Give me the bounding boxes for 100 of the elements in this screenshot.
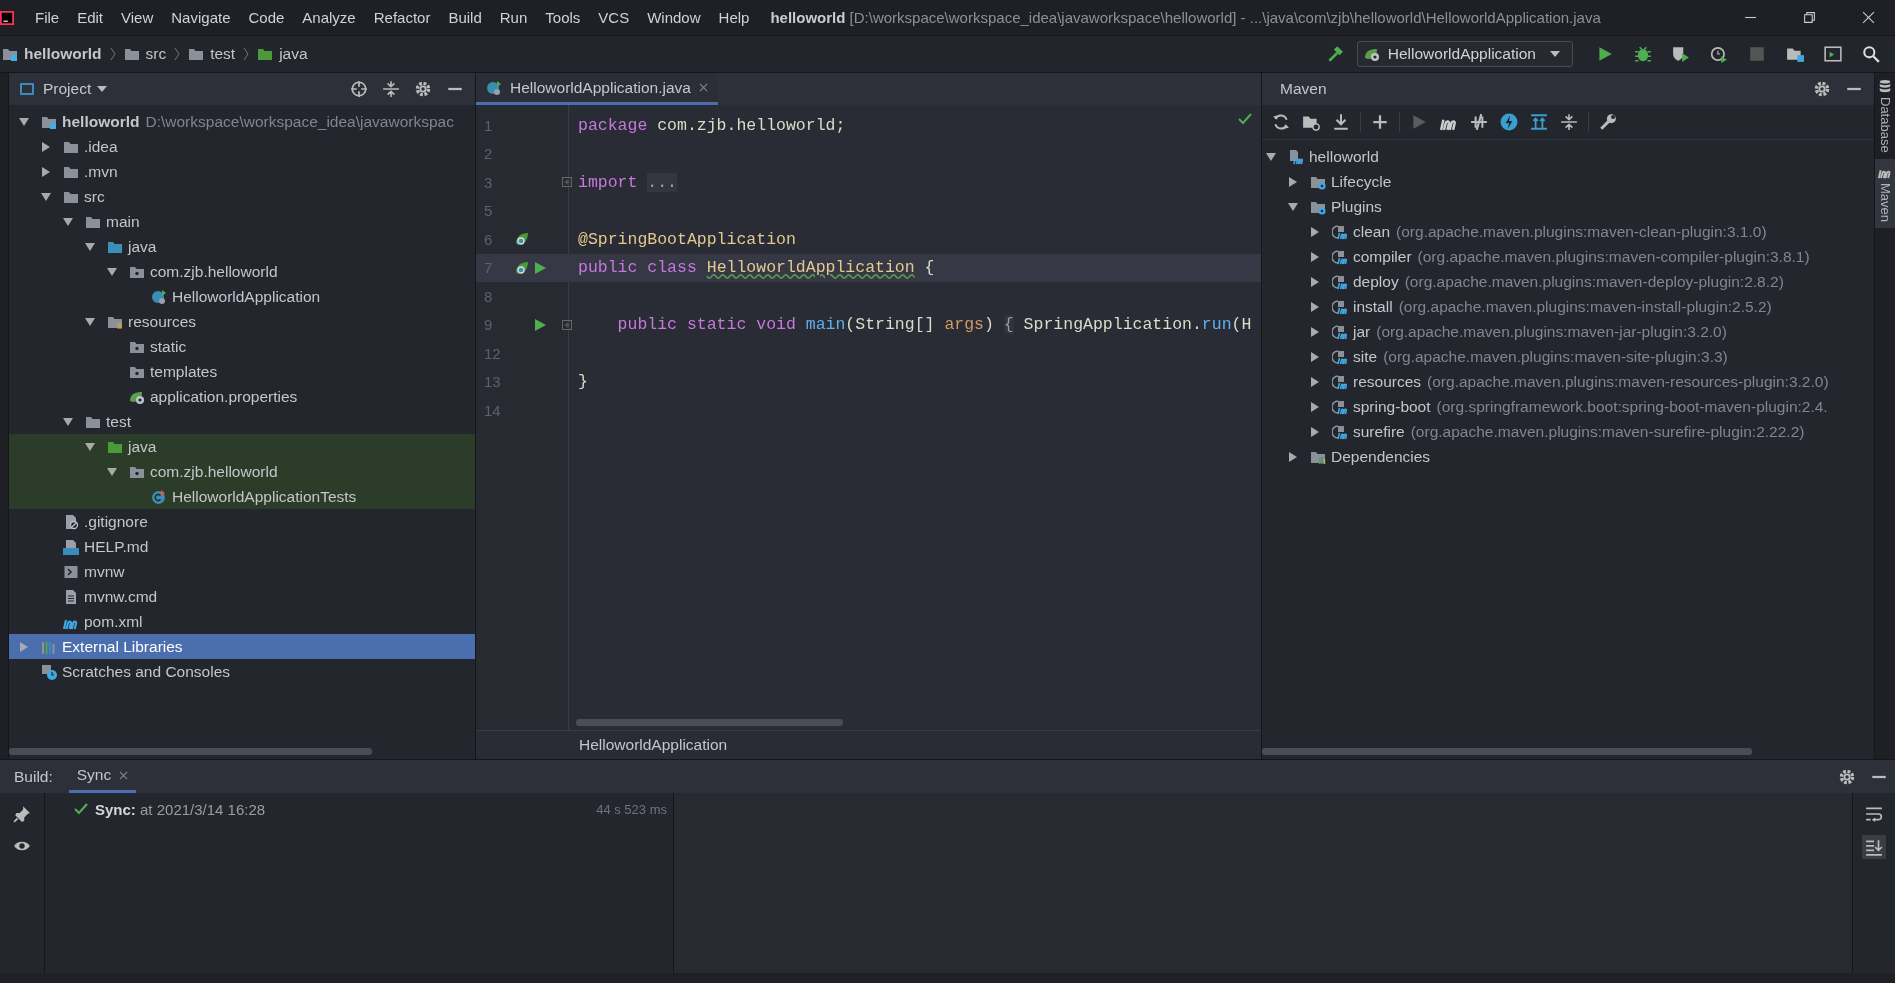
tree-item[interactable]: pom.xml [9,609,475,634]
tree-item[interactable]: jar (org.apache.maven.plugins:maven-jar-plugin:3.2.0) [1262,319,1874,344]
tree-item[interactable]: HELP.md [9,534,475,559]
tree-item[interactable]: spring-boot (org.springframework.boot:spring-boot-maven-plugin:2.4. [1262,394,1874,419]
collapse-icon[interactable] [382,80,400,98]
fold-icon[interactable] [562,177,572,188]
menu-item[interactable]: Edit [68,9,113,26]
pin-icon[interactable] [13,805,31,823]
breadcrumb-item[interactable]: test [210,45,236,63]
run-icon[interactable] [532,316,548,333]
leaf-icon[interactable] [514,259,530,276]
dependencies-icon[interactable] [1530,113,1548,131]
menu-item[interactable]: Navigate [162,9,240,26]
menu-item[interactable]: Code [239,9,294,26]
run-config-dropdown[interactable]: HelloworldApplication [1356,41,1573,67]
tree-item[interactable]: com.zjb.helloworld [9,459,475,484]
tree-item[interactable]: com.zjb.helloworld [9,259,475,284]
tree-item[interactable]: .mvn [9,159,475,184]
collapsed-arrow-icon[interactable] [1310,276,1320,287]
breadcrumb-item[interactable]: HelloworldApplication [579,736,728,754]
tree-item[interactable]: test [9,409,475,434]
menu-item[interactable]: View [112,9,163,26]
tree-item[interactable]: main [9,209,475,234]
tree-item[interactable]: helloworld [1262,144,1874,169]
event-text[interactable]: Sync: at 2021/3/14 16:28 [95,800,266,818]
tree-item[interactable]: .gitignore [9,509,475,534]
tree-item[interactable]: src [9,184,475,209]
tree-item[interactable]: Lifecycle [1262,169,1874,194]
tree-item[interactable]: Scratches and Consoles [9,659,475,684]
scroll-end-icon[interactable] [1862,835,1886,859]
tree-item[interactable]: HelloworldApplicationTests [9,484,475,509]
expanded-arrow-icon[interactable] [63,216,73,227]
tree-item[interactable]: install (org.apache.maven.plugins:maven-install-plugin:2.5.2) [1262,294,1874,319]
scrollbar-thumb[interactable] [9,748,373,755]
tree-item[interactable]: clean (org.apache.maven.plugins:maven-clean-plugin:3.1.0) [1262,219,1874,244]
collapsed-arrow-icon[interactable] [41,141,51,152]
tree-item[interactable]: External Libraries [9,634,475,659]
expanded-arrow-icon[interactable] [63,416,73,427]
menu-item[interactable]: File [26,9,69,26]
tree-item[interactable]: mvnw.cmd [9,584,475,609]
tree-item[interactable]: java [9,234,475,259]
expanded-arrow-icon[interactable] [1266,151,1276,162]
run-icon[interactable] [532,259,548,276]
project-structure-icon[interactable] [1786,45,1804,63]
expanded-arrow-icon[interactable] [107,266,117,277]
side-tab[interactable]: Maven [1875,158,1895,228]
menu-item[interactable]: Tools [536,9,590,26]
fold-icon[interactable] [562,319,572,330]
refresh-icon[interactable] [1272,113,1290,131]
collapsed-arrow-icon[interactable] [1288,176,1298,187]
add-icon[interactable] [1371,113,1389,131]
settings-icon[interactable] [1838,767,1856,786]
collapsed-arrow-icon[interactable] [1310,301,1320,312]
expanded-arrow-icon[interactable] [85,441,95,452]
collapsed-arrow-icon[interactable] [1288,451,1298,462]
collapsed-arrow-icon[interactable] [1310,376,1320,387]
locate-icon[interactable] [350,80,368,98]
restore-icon[interactable] [1803,11,1816,24]
expanded-arrow-icon[interactable] [19,116,29,127]
breadcrumb-item[interactable]: java [279,45,308,63]
collapsed-arrow-icon[interactable] [1310,426,1320,437]
skip-tests-icon[interactable] [1470,113,1488,131]
leaf-icon[interactable] [514,231,530,248]
lightning-icon[interactable] [1500,113,1518,131]
tree-item[interactable]: mvnw [9,559,475,584]
tree-item[interactable]: site (org.apache.maven.plugins:maven-site-plugin:3.3) [1262,344,1874,369]
scrollbar-thumb[interactable] [576,719,843,726]
coverage-icon[interactable] [1672,45,1690,63]
collapsed-arrow-icon[interactable] [1310,401,1320,412]
tree-item[interactable]: helloworld D:\workspace\workspace_idea\javaworkspac [9,109,475,134]
scrollbar-thumb[interactable] [1262,748,1752,755]
wrench-icon[interactable] [1599,113,1617,131]
wrap-icon[interactable] [1865,805,1883,823]
tree-item[interactable]: Dependencies [1262,444,1874,469]
tree-item[interactable]: .idea [9,134,475,159]
collapsed-arrow-icon[interactable] [1310,251,1320,262]
menu-item[interactable]: Refactor [364,9,440,26]
collapsed-arrow-icon[interactable] [1310,226,1320,237]
expanded-arrow-icon[interactable] [85,316,95,327]
search-icon[interactable] [1862,45,1880,63]
terminal-icon[interactable] [1824,45,1842,63]
tree-item[interactable]: deploy (org.apache.maven.plugins:maven-deploy-plugin:2.8.2) [1262,269,1874,294]
breadcrumb-item[interactable]: src [145,45,167,63]
panel-title[interactable]: Project [43,80,92,98]
menu-item[interactable]: Run [490,9,537,26]
menu-item[interactable]: Build [439,9,491,26]
breadcrumb-item[interactable]: helloworld [24,45,102,63]
collapsed-arrow-icon[interactable] [1310,351,1320,362]
tree-item[interactable]: HelloworldApplication [9,284,475,309]
collapse-icon[interactable] [1560,113,1578,131]
tree-item[interactable]: surefire (org.apache.maven.plugins:maven-surefire-plugin:2.22.2) [1262,419,1874,444]
menu-item[interactable]: Help [709,9,759,26]
settings-icon[interactable] [414,80,432,98]
tree-item[interactable]: resources [9,309,475,334]
expanded-arrow-icon[interactable] [107,466,117,477]
expanded-arrow-icon[interactable] [41,191,51,202]
menu-item[interactable]: Analyze [293,9,365,26]
tree-item[interactable]: templates [9,359,475,384]
tree-item[interactable]: java [9,434,475,459]
tree-item[interactable]: compiler (org.apache.maven.plugins:maven-compiler-plugin:3.8.1) [1262,244,1874,269]
